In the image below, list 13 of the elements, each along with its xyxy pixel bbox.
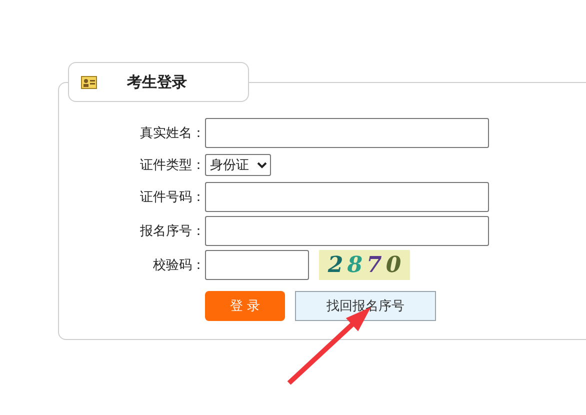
document-type-select[interactable]: 身份证 bbox=[205, 154, 271, 176]
field-label: 报名序号： bbox=[139, 223, 205, 240]
retrieve-button[interactable]: 找回报名序号 bbox=[295, 291, 436, 321]
id-card-icon bbox=[81, 76, 97, 88]
text-field[interactable] bbox=[205, 118, 489, 148]
field-label: 校验码： bbox=[152, 257, 205, 274]
text-field[interactable] bbox=[205, 182, 489, 212]
captcha-field[interactable] bbox=[205, 250, 309, 280]
text-field[interactable] bbox=[205, 216, 489, 246]
field-label: 真实姓名： bbox=[139, 125, 205, 142]
field-label: 证件号码： bbox=[139, 189, 205, 206]
panel-title: 考生登录 bbox=[127, 72, 187, 92]
field-label: 证件类型： bbox=[139, 157, 205, 174]
